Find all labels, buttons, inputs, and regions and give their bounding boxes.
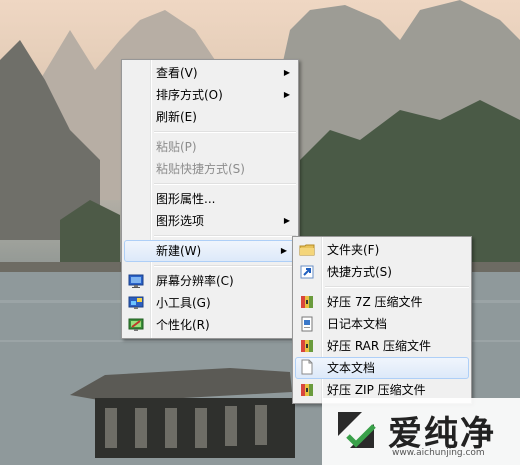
submenu-item-text-document[interactable]: 文本文档 — [295, 357, 469, 379]
submenu-item-7z-archive[interactable]: 好压 7Z 压缩文件 — [293, 291, 471, 313]
personalize-icon — [128, 318, 144, 331]
submenu-arrow-icon: ▶ — [283, 68, 290, 77]
archive-icon — [301, 340, 313, 352]
shortcut-icon — [300, 265, 314, 279]
menu-separator — [325, 286, 469, 288]
menu-separator — [154, 265, 296, 267]
menu-item-label: 好压 7Z 压缩文件 — [327, 295, 423, 309]
submenu-item-shortcut[interactable]: 快捷方式(S) — [293, 261, 471, 283]
menu-item-view[interactable]: 查看(V) ▶ — [122, 62, 298, 84]
submenu-item-folder[interactable]: 文件夹(F) — [293, 239, 471, 261]
submenu-item-journal-document[interactable]: 日记本文档 — [293, 313, 471, 335]
watermark-url: www.aichunjing.com — [392, 448, 485, 458]
text-document-icon — [301, 359, 313, 375]
menu-item-screen-resolution[interactable]: 屏幕分辨率(C) — [122, 270, 298, 292]
menu-item-label: 粘贴(P) — [156, 140, 197, 154]
menu-item-label: 日记本文档 — [327, 317, 388, 331]
menu-item-new[interactable]: 新建(W) ▶ — [124, 240, 296, 262]
menu-item-label: 快捷方式(S) — [327, 265, 392, 279]
menu-separator — [154, 235, 296, 237]
new-submenu: 文件夹(F) 快捷方式(S) 好压 7Z 压缩文件 日记本文档 好压 RAR 压… — [292, 236, 472, 404]
journal-icon — [301, 316, 313, 332]
monitor-icon — [128, 274, 144, 288]
submenu-item-rar-archive[interactable]: 好压 RAR 压缩文件 — [293, 335, 471, 357]
submenu-arrow-icon: ▶ — [283, 90, 290, 99]
menu-item-sort-by[interactable]: 排序方式(O) ▶ — [122, 84, 298, 106]
menu-item-label: 图形选项 — [156, 214, 205, 228]
menu-item-label: 新建(W) — [156, 244, 202, 258]
menu-item-label: 屏幕分辨率(C) — [156, 274, 234, 288]
menu-item-label: 文件夹(F) — [327, 243, 380, 257]
menu-item-label: 图形属性... — [156, 192, 216, 206]
menu-item-personalize[interactable]: 个性化(R) — [122, 314, 298, 336]
menu-item-refresh[interactable]: 刷新(E) — [122, 106, 298, 128]
menu-separator — [154, 131, 296, 133]
menu-separator — [154, 183, 296, 185]
menu-item-label: 好压 ZIP 压缩文件 — [327, 383, 426, 397]
menu-item-graphics-options[interactable]: 图形选项 ▶ — [122, 210, 298, 232]
watermark: 爱纯净 www.aichunjing.com — [322, 398, 520, 465]
archive-icon — [301, 384, 313, 396]
menu-item-label: 文本文档 — [327, 361, 376, 375]
menu-item-label: 粘贴快捷方式(S) — [156, 162, 245, 176]
menu-item-label: 刷新(E) — [156, 110, 197, 124]
menu-item-label: 查看(V) — [156, 66, 198, 80]
submenu-arrow-icon: ▶ — [283, 216, 290, 225]
desktop-context-menu: 查看(V) ▶ 排序方式(O) ▶ 刷新(E) 粘贴(P) 粘贴快捷方式(S) … — [121, 59, 299, 339]
menu-item-gadgets[interactable]: 小工具(G) — [122, 292, 298, 314]
submenu-arrow-icon: ▶ — [280, 246, 287, 255]
menu-item-label: 好压 RAR 压缩文件 — [327, 339, 432, 353]
menu-item-label: 个性化(R) — [156, 318, 210, 332]
brand-logo-icon — [338, 412, 376, 448]
menu-item-paste[interactable]: 粘贴(P) — [122, 136, 298, 158]
menu-item-label: 排序方式(O) — [156, 88, 223, 102]
menu-item-graphics-properties[interactable]: 图形属性... — [122, 188, 298, 210]
menu-item-paste-shortcut[interactable]: 粘贴快捷方式(S) — [122, 158, 298, 180]
menu-item-label: 小工具(G) — [156, 296, 211, 310]
folder-icon — [299, 244, 315, 256]
gadgets-icon — [128, 296, 144, 309]
archive-icon — [301, 296, 313, 308]
